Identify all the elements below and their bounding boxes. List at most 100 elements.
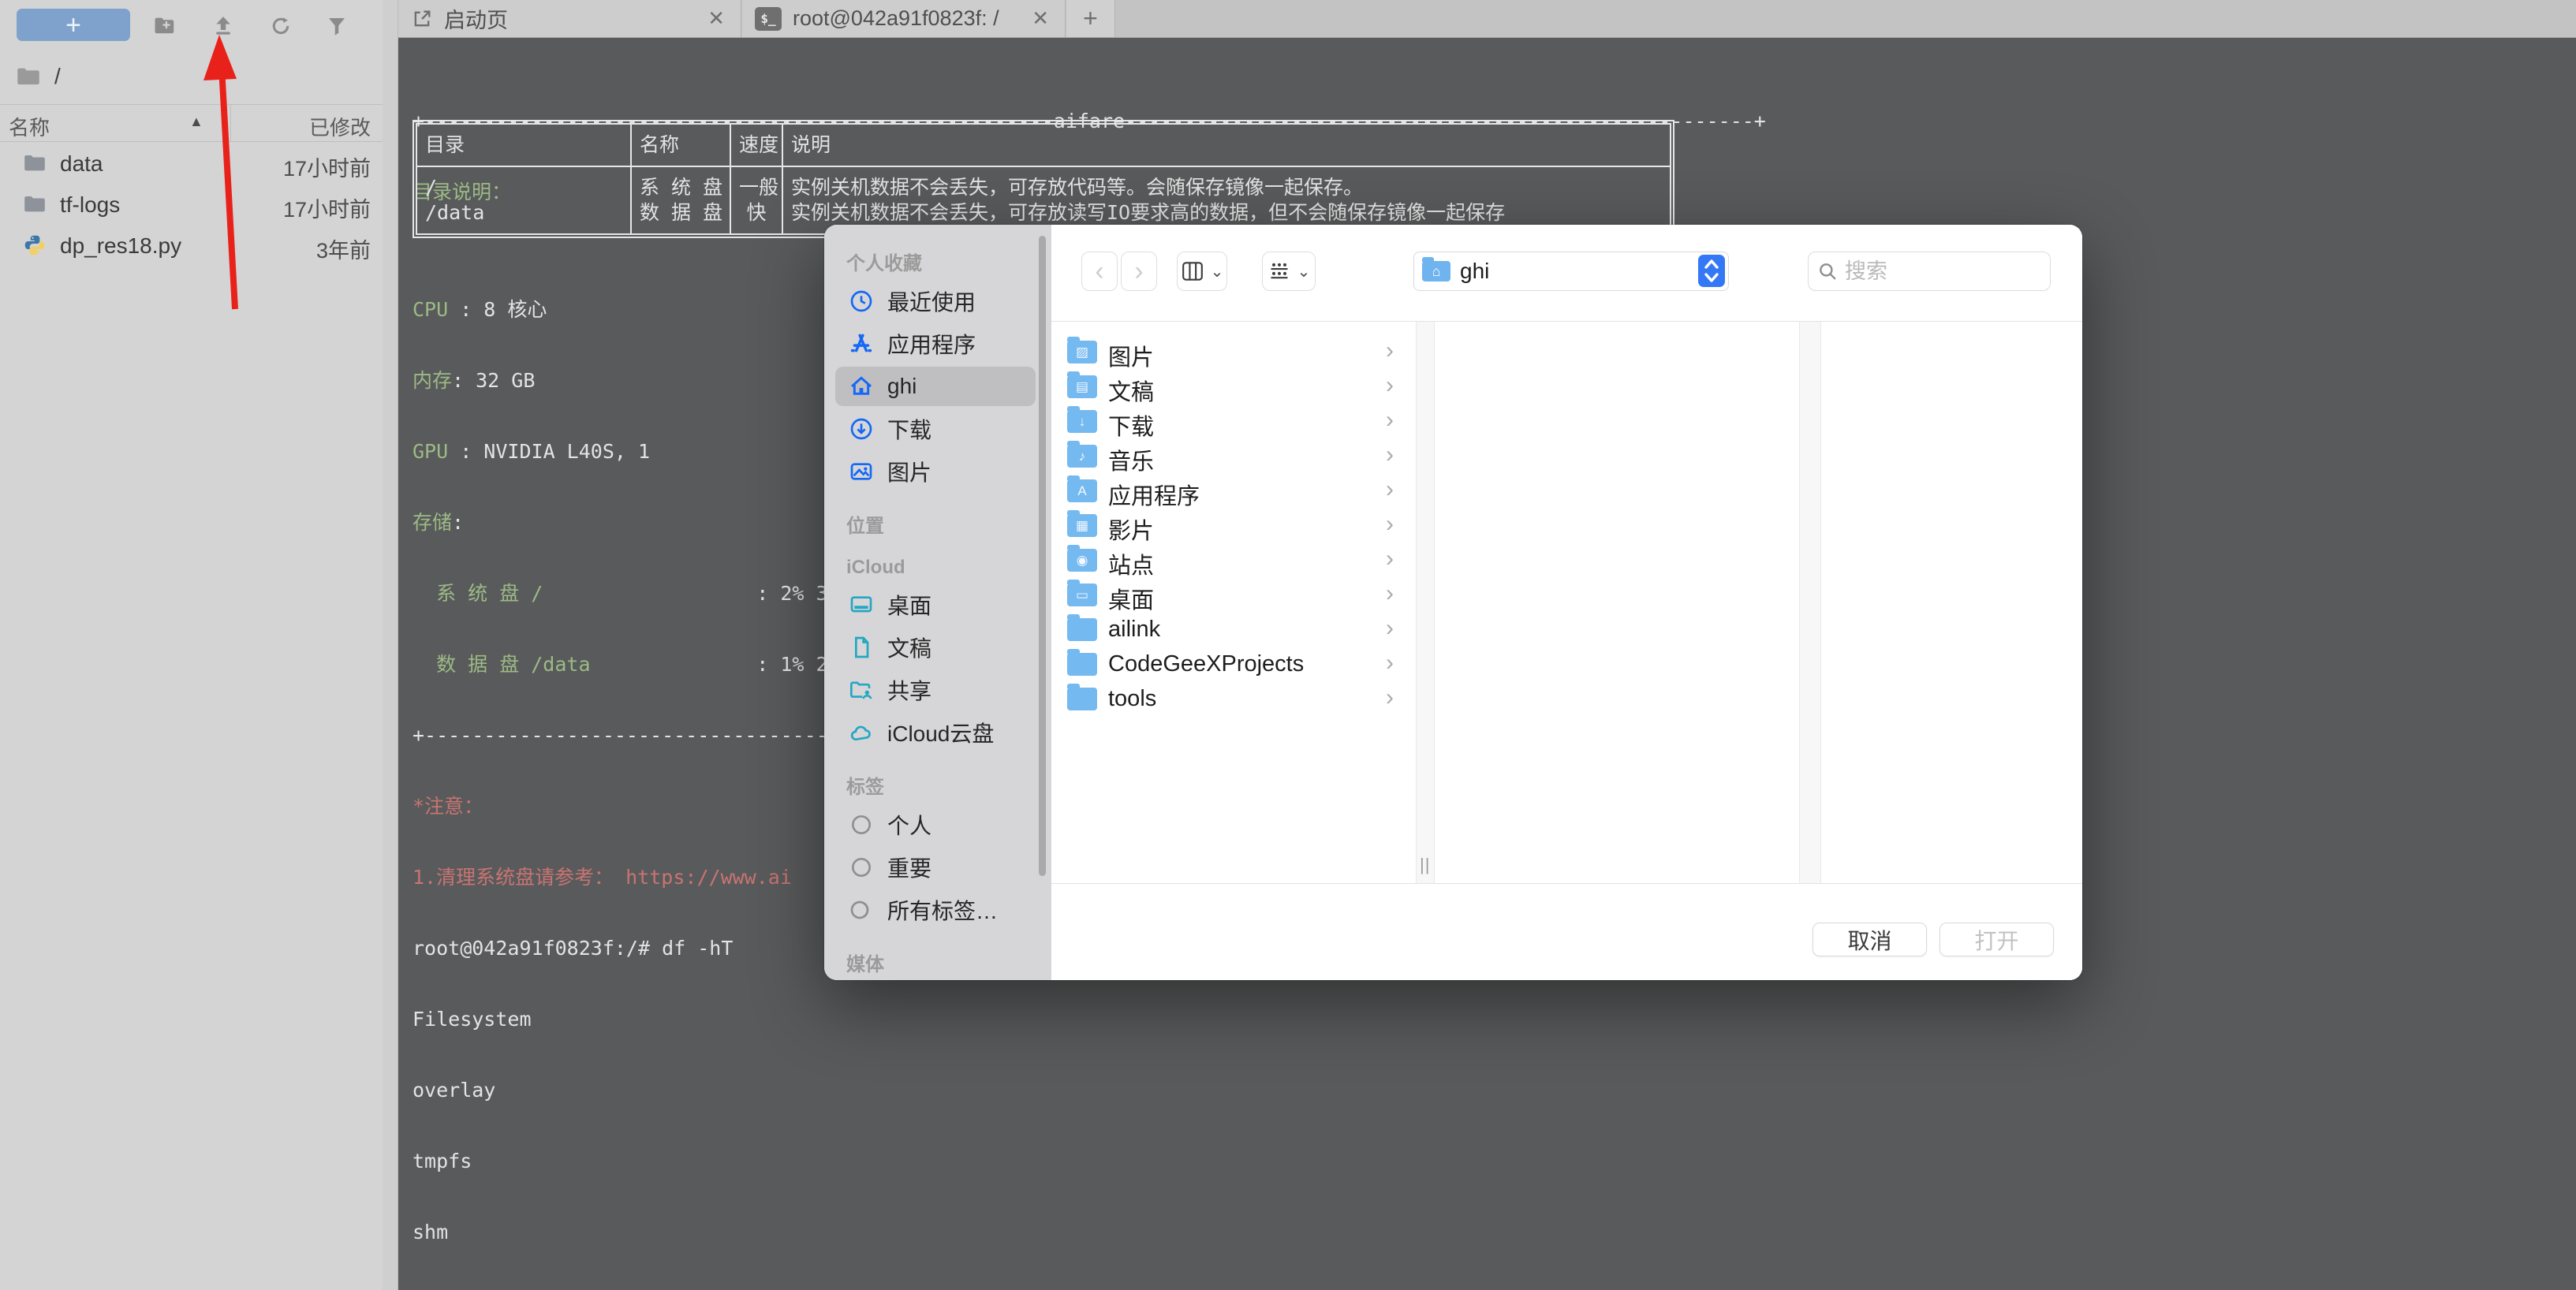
file-row[interactable]: ailink› [1051,612,1416,647]
add-button[interactable]: + [17,9,130,41]
open-button[interactable]: 打开 [1939,923,2054,956]
upload-icon[interactable] [211,14,235,38]
column-modified[interactable]: 已修改 [309,112,371,141]
sidebar-section-tags: 标签 [846,771,1051,799]
file-row[interactable]: ▨图片› [1051,334,1416,369]
column-divider[interactable] [230,105,231,142]
sidebar-item-desktop[interactable]: 桌面 [835,585,1036,624]
sidebar-item-shared[interactable]: 共享 [835,670,1036,710]
folder-icon [1067,618,1097,641]
file-row[interactable]: ▦影片› [1051,508,1416,542]
document-icon [848,634,875,661]
sidebar-item-all-tags[interactable]: 所有标签… [835,890,1036,930]
appstore-icon [848,330,875,357]
close-icon[interactable]: ✕ [707,6,725,31]
refresh-icon[interactable] [269,14,293,38]
location-dropdown[interactable]: ⌂ ghi [1413,252,1729,291]
chevron-right-icon: › [1386,615,1394,642]
group-icon [1267,260,1291,282]
file-row[interactable]: ↓下载› [1051,404,1416,438]
panel-divider[interactable] [383,0,398,1290]
sidebar-item-downloads[interactable]: 下载 [835,409,1036,449]
file-row[interactable]: A应用程序› [1051,473,1416,508]
close-icon[interactable]: ✕ [1032,6,1049,31]
search-input[interactable] [1808,252,2051,291]
tab-launch-page[interactable]: 启动页 ✕ [398,0,741,37]
terminal-icon: $_ [755,7,782,31]
current-path-row[interactable]: / [17,63,364,90]
sidebar-item-label: 共享 [887,674,931,706]
chevron-right-icon: › [1386,684,1394,711]
all-tags-icon [848,897,875,923]
tag-circle-icon [848,854,875,881]
terminal-table: 目录 名称 速度 说明 //data 系 统 盘数 据 盘 一般快 实例关机数据… [413,120,1674,238]
chevron-right-icon: › [1386,580,1394,607]
file-row[interactable]: ▤文稿› [1051,369,1416,404]
chevron-down-icon: ⌄ [1211,262,1224,281]
new-folder-icon[interactable] [153,14,177,38]
music-folder-icon: ♪ [1067,445,1097,468]
file-row[interactable]: ◉站点› [1051,542,1416,577]
table-row[interactable]: data 17小时前 [0,143,383,184]
column-name[interactable]: 名称 [9,112,50,141]
column-resize-divider[interactable]: || [1416,322,1435,883]
cancel-button[interactable]: 取消 [1813,923,1927,956]
file-name: dp_res18.py [60,233,181,259]
sidebar-scrollbar[interactable] [1039,236,1046,876]
sidebar-item-recents[interactable]: 最近使用 [835,281,1036,321]
dialog-footer: 取消 打开 [1051,883,2082,980]
filter-icon[interactable] [325,14,349,38]
desktop-icon [848,591,875,618]
file-row[interactable]: CodeGeeXProjects› [1051,647,1416,681]
sidebar-item-label: 重要 [887,852,931,883]
applications-folder-icon: A [1067,479,1097,502]
forward-button[interactable]: › [1121,252,1157,291]
group-view-button[interactable]: ⌄ [1262,252,1316,291]
sidebar-item-tag-personal[interactable]: 个人 [835,805,1036,844]
tab-terminal[interactable]: $_ root@042a91f0823f: / ✕ [742,0,1066,37]
table-row[interactable]: tf-logs 17小时前 [0,184,383,225]
tab-bar: 启动页 ✕ $_ root@042a91f0823f: / ✕ + [398,0,2576,38]
dialog-sidebar: 个人收藏 最近使用 应用程序 ghi 下载 图片 位置 iCl [824,225,1051,980]
file-panel-toolbar: + [0,0,383,50]
browser-column-2[interactable] [1436,322,1799,883]
back-button[interactable]: ‹ [1081,252,1118,291]
chevron-right-icon: › [1386,407,1394,434]
sidebar-section-media: 媒体 [846,949,1051,976]
sidebar-item-label: 下载 [887,413,931,445]
column-view-button[interactable]: ⌄ [1177,252,1227,291]
browser-column-3[interactable] [1822,322,2082,883]
sidebar-item-documents[interactable]: 文稿 [835,628,1036,667]
sidebar-item-home[interactable]: ghi [835,367,1036,406]
sort-asc-icon[interactable]: ▲ [189,114,203,130]
dialog-toolbar: ‹ › ⌄ ⌄ ⌂ ghi [1051,225,2082,322]
folder-icon [1067,653,1097,676]
search-icon [1817,261,1838,281]
file-row[interactable]: ♪音乐› [1051,438,1416,473]
chevron-down-icon: ⌄ [1297,262,1311,281]
home-folder-icon: ⌂ [1422,261,1450,281]
table-row[interactable]: dp_res18.py 3年前 [0,225,383,266]
clock-icon [848,288,875,315]
file-name: data [60,151,103,177]
column-browser: ▨图片› ▤文稿› ↓下载› ♪音乐› A应用程序› ▦影片› ◉站点› ▭桌面… [1051,322,2082,883]
sidebar-item-label: iCloud云盘 [887,717,994,748]
sidebar-item-icloud-drive[interactable]: iCloud云盘 [835,713,1036,752]
sidebar-item-applications[interactable]: 应用程序 [835,324,1036,364]
sidebar-section-icloud: iCloud [846,557,1051,579]
tab-label: root@042a91f0823f: / [793,6,999,31]
dropdown-stepper-icon [1698,255,1725,287]
sidebar-item-label: 桌面 [887,589,931,621]
column-resize-divider[interactable] [1799,322,1821,883]
chevron-right-icon: › [1386,511,1394,538]
sidebar-item-pictures[interactable]: 图片 [835,452,1036,491]
file-row[interactable]: tools› [1051,681,1416,716]
file-row[interactable]: ▭桌面› [1051,577,1416,612]
chevron-right-icon: › [1386,337,1394,364]
sidebar-item-tag-important[interactable]: 重要 [835,848,1036,887]
downloads-folder-icon: ↓ [1067,410,1097,433]
sidebar-item-label: 文稿 [887,632,931,663]
column-resize-handle[interactable]: || [1420,855,1430,875]
file-modified: 17小时前 [283,151,371,182]
new-tab-button[interactable]: + [1066,0,1115,37]
